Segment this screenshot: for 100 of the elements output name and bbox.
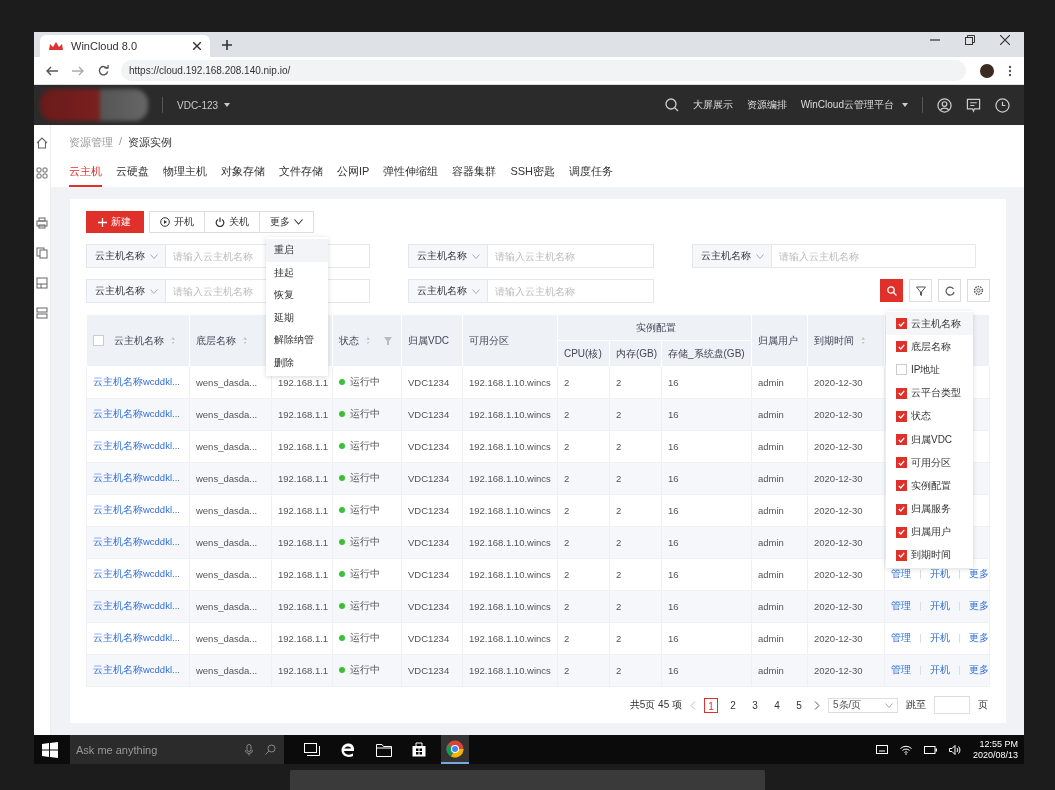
action-link[interactable]: 更多	[969, 632, 989, 643]
checkbox[interactable]	[895, 434, 907, 446]
stop-button[interactable]: 关机	[203, 211, 260, 233]
browser-e-icon[interactable]	[340, 741, 356, 758]
clock-icon[interactable]	[995, 97, 1010, 113]
tab[interactable]: 公网IP	[336, 164, 370, 187]
new-tab-icon[interactable]	[222, 40, 232, 50]
store-bag-icon[interactable]	[412, 742, 426, 757]
battery-icon[interactable]	[923, 745, 937, 754]
field-selector[interactable]: 云主机名称	[85, 244, 166, 268]
field-selector[interactable]: 云主机名称	[407, 244, 488, 268]
grid-icon[interactable]	[36, 167, 48, 179]
checkbox-label[interactable]: 实例配置	[910, 478, 951, 493]
printer-icon[interactable]	[36, 217, 48, 229]
checkbox-label[interactable]: 可用分区	[910, 455, 951, 470]
search-button[interactable]	[880, 279, 903, 302]
start-button[interactable]: 开机	[148, 211, 205, 233]
message-icon[interactable]	[966, 97, 981, 113]
settings-button[interactable]	[967, 279, 990, 302]
tab[interactable]: 文件存储	[278, 164, 323, 187]
page-number[interactable]: 5	[792, 697, 806, 713]
tab[interactable]: 云主机	[68, 164, 102, 187]
checkbox[interactable]	[895, 410, 907, 422]
checkbox-label[interactable]: 底层名称	[910, 339, 951, 354]
next-page-icon[interactable]	[814, 700, 820, 710]
menu-item[interactable]: 解除纳管	[265, 329, 328, 352]
taskbar-time[interactable]: 12:55 PM	[979, 738, 1018, 750]
taskbar-app-button[interactable]	[441, 735, 469, 764]
checkbox-label[interactable]: 状态	[910, 409, 931, 424]
header-link[interactable]: 大屏展示	[692, 98, 733, 112]
action-link[interactable]: 开机	[930, 664, 950, 675]
menu-icon[interactable]	[1008, 64, 1012, 77]
page-number[interactable]: 2	[726, 697, 740, 713]
taskbar-date[interactable]: 2020/08/13	[972, 749, 1018, 761]
checkbox[interactable]	[895, 364, 907, 376]
windows-start-icon[interactable]	[42, 741, 58, 758]
keyboard-icon[interactable]	[875, 745, 888, 754]
checkbox-label[interactable]: IP地址	[910, 362, 941, 377]
server-icon[interactable]	[36, 307, 48, 319]
taskbar-search-field[interactable]: Ask me anything	[70, 735, 284, 764]
menu-item[interactable]: 删除	[265, 351, 328, 374]
filter-button[interactable]	[909, 279, 932, 302]
browser-tab[interactable]: WinCloud 8.0	[40, 35, 210, 57]
user-icon[interactable]	[937, 97, 952, 113]
address-bar[interactable]: https://cloud.192.168.208.140.nip.io/	[121, 60, 966, 81]
action-link[interactable]: 管理	[891, 568, 911, 579]
tab[interactable]: SSH密匙	[510, 164, 555, 187]
action-link[interactable]: 更多	[969, 664, 989, 675]
new-button[interactable]: 新建	[85, 211, 144, 233]
checkbox[interactable]	[895, 341, 907, 353]
reload-icon[interactable]	[98, 65, 109, 76]
page-number[interactable]: 1	[704, 697, 718, 713]
close-icon[interactable]	[1000, 35, 1010, 45]
header-link[interactable]: 资源编排	[746, 98, 787, 112]
select-all-checkbox[interactable]	[92, 335, 104, 346]
checkbox[interactable]	[895, 480, 907, 492]
checkbox[interactable]	[895, 526, 907, 538]
checkbox-label[interactable]: 归属VDC	[910, 432, 953, 447]
action-link[interactable]: 管理	[891, 664, 911, 675]
tab[interactable]: 调度任务	[569, 164, 613, 187]
home-icon[interactable]	[36, 137, 48, 149]
menu-item[interactable]: 重启	[265, 239, 328, 262]
checkbox[interactable]	[895, 457, 907, 469]
action-link[interactable]: 管理	[891, 600, 911, 611]
checkbox[interactable]	[895, 549, 907, 561]
avatar-icon[interactable]	[980, 63, 994, 78]
action-link[interactable]: 开机	[930, 632, 950, 643]
menu-item[interactable]: 延期	[265, 306, 328, 329]
close-icon[interactable]	[193, 42, 201, 50]
action-link[interactable]: 更多	[969, 600, 989, 611]
action-link[interactable]: 开机	[930, 600, 950, 611]
folder-icon[interactable]	[376, 742, 392, 757]
field-selector[interactable]: 云主机名称	[691, 244, 772, 268]
checkbox[interactable]	[895, 387, 907, 399]
page-number[interactable]: 3	[748, 697, 762, 713]
back-icon[interactable]	[46, 65, 58, 76]
platform-selector[interactable]: WinCloud云管理平台	[800, 98, 908, 112]
page-number[interactable]: 4	[770, 697, 784, 713]
tab[interactable]: 对象存储	[220, 164, 265, 187]
task-view-icon[interactable]	[304, 742, 320, 757]
action-link[interactable]: 更多	[969, 568, 989, 579]
checkbox[interactable]	[895, 503, 907, 515]
page-input[interactable]	[934, 696, 970, 714]
checkbox[interactable]	[895, 318, 907, 330]
tab[interactable]: 弹性伸缩组	[383, 164, 439, 187]
refresh-button[interactable]	[938, 279, 961, 302]
restore-icon[interactable]	[965, 35, 975, 45]
tab[interactable]: 物理主机	[162, 164, 207, 187]
more-button[interactable]: 更多	[258, 211, 314, 233]
tab[interactable]: 容器集群	[452, 164, 497, 187]
page-size-selector[interactable]: 5条/页	[828, 697, 898, 713]
search-icon[interactable]	[265, 744, 276, 755]
search-icon[interactable]	[664, 98, 679, 112]
checkbox-label[interactable]: 归属用户	[910, 525, 951, 540]
copy-icon[interactable]	[36, 247, 48, 259]
vdc-selector[interactable]: VDC-123	[177, 99, 231, 111]
microphone-icon[interactable]	[245, 744, 253, 756]
volume-icon[interactable]	[948, 744, 961, 755]
action-link[interactable]: 开机	[930, 568, 950, 579]
checkbox-label[interactable]: 到期时间	[910, 548, 951, 563]
